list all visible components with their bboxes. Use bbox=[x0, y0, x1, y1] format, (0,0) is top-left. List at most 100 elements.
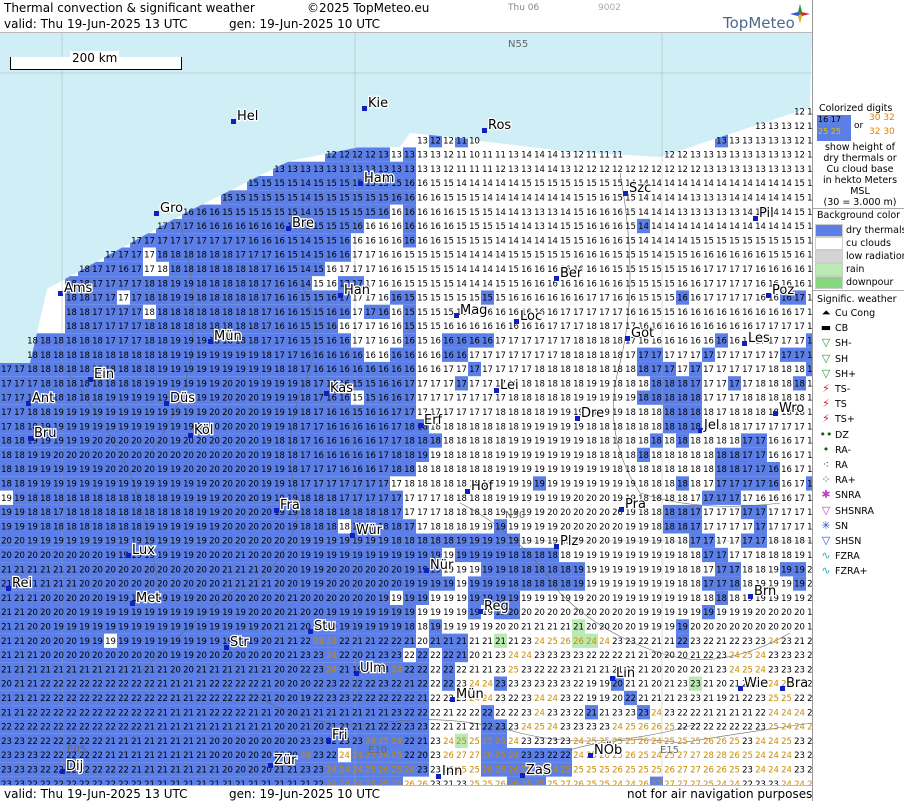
legend-background-label: dry thermals bbox=[846, 225, 904, 236]
svg-text:15: 15 bbox=[404, 294, 415, 304]
svg-text:15: 15 bbox=[339, 222, 350, 232]
svg-text:15: 15 bbox=[313, 308, 324, 318]
city-marker[interactable]: Ham bbox=[358, 170, 396, 187]
svg-text:17: 17 bbox=[703, 394, 714, 404]
svg-text:20: 20 bbox=[170, 451, 181, 461]
lat-label-n55: N55 bbox=[508, 39, 529, 50]
svg-text:17: 17 bbox=[469, 379, 480, 389]
svg-text:17: 17 bbox=[716, 580, 727, 590]
svg-text:14: 14 bbox=[677, 236, 688, 246]
city-marker[interactable]: NÖb bbox=[588, 740, 623, 759]
svg-text:18: 18 bbox=[664, 508, 675, 518]
svg-text:21: 21 bbox=[417, 737, 428, 747]
svg-text:16: 16 bbox=[521, 294, 532, 304]
svg-text:22: 22 bbox=[404, 751, 415, 761]
svg-text:18: 18 bbox=[586, 365, 597, 375]
svg-text:17: 17 bbox=[664, 365, 675, 375]
city-marker[interactable]: Mün bbox=[450, 686, 485, 703]
cu-cong-icon: ⏶ bbox=[821, 306, 831, 319]
svg-text:19: 19 bbox=[118, 608, 129, 618]
svg-text:16: 16 bbox=[677, 322, 688, 332]
svg-text:15: 15 bbox=[768, 236, 779, 246]
svg-text:21: 21 bbox=[170, 737, 181, 747]
svg-text:14: 14 bbox=[638, 236, 649, 246]
city-dot bbox=[773, 411, 778, 416]
svg-text:20: 20 bbox=[40, 637, 51, 647]
svg-text:19: 19 bbox=[794, 551, 805, 561]
svg-text:21: 21 bbox=[183, 708, 194, 718]
logo-text: TopMeteo bbox=[723, 14, 795, 32]
city-marker[interactable]: Mün bbox=[208, 328, 243, 345]
svg-text:21: 21 bbox=[547, 622, 558, 632]
svg-text:12: 12 bbox=[495, 165, 506, 175]
svg-text:17: 17 bbox=[105, 265, 116, 275]
svg-text:20: 20 bbox=[235, 394, 246, 404]
legend-desc-line: in hekto Meters bbox=[822, 175, 898, 186]
svg-text:13: 13 bbox=[521, 208, 532, 218]
svg-text:20: 20 bbox=[261, 551, 272, 561]
city-marker[interactable]: Pra bbox=[619, 496, 647, 513]
freezing-rain-icon: ∿ bbox=[821, 549, 831, 563]
svg-text:16: 16 bbox=[781, 465, 792, 475]
svg-text:20: 20 bbox=[66, 594, 77, 604]
svg-text:19: 19 bbox=[651, 565, 662, 575]
rain-heavy-icon: ⁘ bbox=[821, 473, 831, 487]
svg-text:17: 17 bbox=[716, 265, 727, 275]
svg-text:16: 16 bbox=[755, 308, 766, 318]
thermal-map-page: Thermal convection & significant weather… bbox=[0, 0, 904, 802]
svg-text:18: 18 bbox=[27, 408, 38, 418]
svg-text:19: 19 bbox=[313, 580, 324, 590]
svg-text:19: 19 bbox=[625, 551, 636, 561]
svg-text:20: 20 bbox=[495, 622, 506, 632]
svg-text:17: 17 bbox=[755, 522, 766, 532]
svg-text:20: 20 bbox=[352, 651, 363, 661]
svg-text:21: 21 bbox=[651, 694, 662, 704]
svg-text:17: 17 bbox=[14, 408, 25, 418]
svg-text:23: 23 bbox=[495, 723, 506, 733]
svg-text:20: 20 bbox=[235, 465, 246, 475]
svg-text:12: 12 bbox=[443, 151, 454, 161]
svg-text:24: 24 bbox=[326, 665, 337, 675]
svg-text:20: 20 bbox=[287, 537, 298, 547]
city-marker[interactable]: Ber bbox=[554, 265, 584, 282]
svg-text:16: 16 bbox=[443, 336, 454, 346]
map-canvas[interactable]: 1212131313121213121211101313131313131212… bbox=[0, 33, 812, 785]
svg-text:13: 13 bbox=[729, 151, 740, 161]
shower-heavy-icon: ▽ bbox=[821, 366, 831, 380]
svg-text:18: 18 bbox=[430, 537, 441, 547]
svg-text:17: 17 bbox=[599, 294, 610, 304]
svg-text:22: 22 bbox=[300, 637, 311, 647]
svg-text:12: 12 bbox=[651, 165, 662, 175]
snow-icon: ✳ bbox=[821, 518, 831, 532]
svg-text:21: 21 bbox=[1, 665, 12, 675]
city-marker[interactable]: Mag bbox=[454, 302, 489, 319]
svg-text:18: 18 bbox=[170, 508, 181, 518]
svg-text:17: 17 bbox=[482, 379, 493, 389]
svg-text:19: 19 bbox=[183, 522, 194, 532]
svg-text:21: 21 bbox=[131, 737, 142, 747]
city-marker[interactable]: Ams bbox=[58, 280, 94, 297]
svg-text:17: 17 bbox=[703, 522, 714, 532]
svg-text:15: 15 bbox=[352, 208, 363, 218]
svg-text:20: 20 bbox=[40, 608, 51, 618]
svg-text:21: 21 bbox=[456, 723, 467, 733]
svg-text:17: 17 bbox=[794, 351, 805, 361]
svg-text:18: 18 bbox=[781, 551, 792, 561]
svg-text:13: 13 bbox=[794, 165, 805, 175]
city-dot bbox=[520, 773, 525, 778]
svg-text:20: 20 bbox=[131, 437, 142, 447]
svg-text:20: 20 bbox=[586, 537, 597, 547]
legend-weather-item: ✳ SN bbox=[817, 519, 848, 533]
svg-text:17: 17 bbox=[768, 351, 779, 361]
svg-text:22: 22 bbox=[209, 680, 220, 690]
svg-text:20: 20 bbox=[508, 608, 519, 618]
svg-text:18: 18 bbox=[144, 336, 155, 346]
svg-text:22: 22 bbox=[105, 723, 116, 733]
svg-text:19: 19 bbox=[625, 537, 636, 547]
svg-text:17: 17 bbox=[703, 508, 714, 518]
map-area[interactable]: 1212131313121213121211101313131313131212… bbox=[0, 33, 812, 785]
svg-text:19: 19 bbox=[482, 565, 493, 575]
svg-text:20: 20 bbox=[248, 408, 259, 418]
svg-text:23: 23 bbox=[27, 751, 38, 761]
svg-text:20: 20 bbox=[209, 537, 220, 547]
